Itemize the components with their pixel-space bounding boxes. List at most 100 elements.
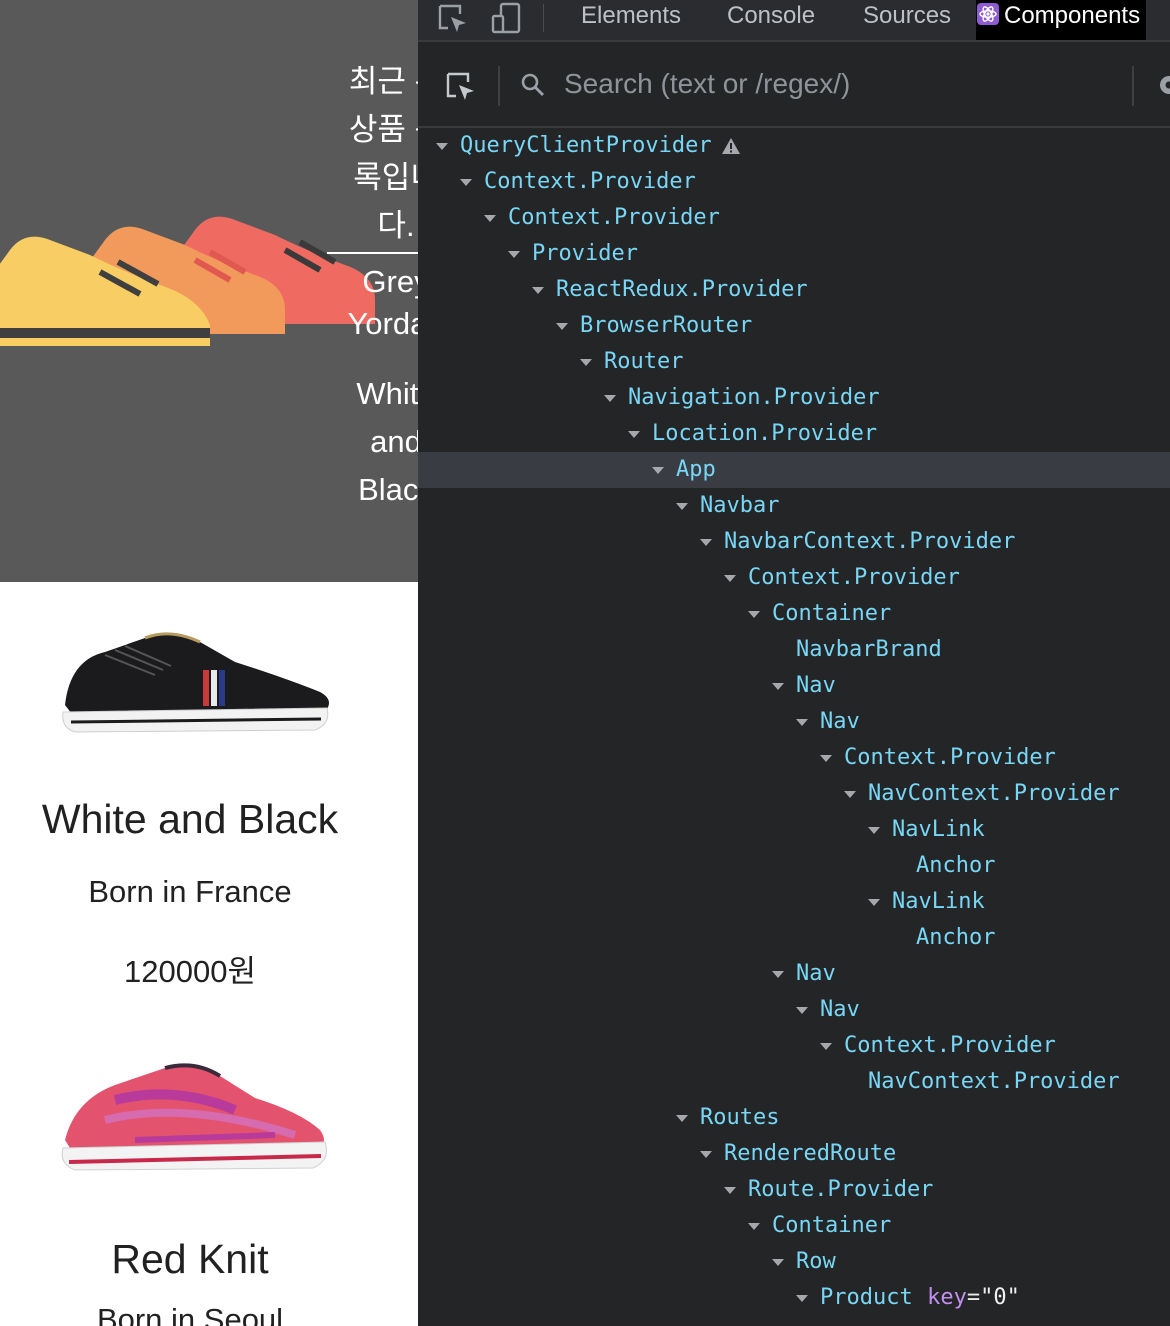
expand-arrow-icon[interactable] — [508, 251, 520, 258]
tree-node[interactable]: Route.Provider — [418, 1172, 1170, 1208]
recent-item-text[interactable]: and — [326, 418, 418, 466]
tree-node[interactable]: Anchor — [418, 848, 1170, 884]
recent-heading-line: 록입니 — [353, 160, 418, 195]
tree-node-label: Route.Provider — [748, 1177, 934, 1202]
expand-arrow-icon[interactable] — [700, 1151, 712, 1158]
expand-arrow-icon[interactable] — [820, 755, 832, 762]
product-image[interactable] — [35, 600, 345, 750]
expand-arrow-icon[interactable] — [868, 827, 880, 834]
expand-arrow-icon[interactable] — [676, 503, 688, 510]
expand-arrow-icon[interactable] — [700, 539, 712, 546]
expand-arrow-icon[interactable] — [556, 323, 568, 330]
tabbar-divider — [543, 4, 544, 32]
product-image[interactable] — [45, 1040, 335, 1190]
tab-sources[interactable]: Sources — [863, 0, 951, 40]
search-input[interactable] — [564, 62, 1124, 106]
expand-arrow-icon[interactable] — [748, 1223, 760, 1230]
expand-arrow-icon[interactable] — [580, 359, 592, 366]
product-card[interactable]: Red Knit Born in Seoul — [0, 1040, 380, 1326]
tab-elements[interactable]: Elements — [581, 0, 681, 40]
expand-arrow-icon[interactable] — [724, 1187, 736, 1194]
tree-node[interactable]: NavContext.Provider — [418, 776, 1170, 812]
tree-node[interactable]: Container — [418, 1208, 1170, 1244]
tree-node[interactable]: ReactRedux.Provider — [418, 272, 1170, 308]
tree-node[interactable]: Router — [418, 344, 1170, 380]
tree-node[interactable]: Nav — [418, 992, 1170, 1028]
tree-node[interactable]: Context.Provider — [418, 740, 1170, 776]
tree-node[interactable]: Context.Provider — [418, 1028, 1170, 1064]
product-name[interactable]: Red Knit — [0, 1234, 380, 1284]
recent-item-text[interactable]: White — [326, 370, 418, 418]
expand-arrow-icon[interactable] — [484, 215, 496, 222]
tree-node-label: Router — [604, 349, 684, 374]
tree-node-label: BrowserRouter — [580, 313, 753, 338]
recent-item-text[interactable]: Grey — [326, 258, 418, 306]
product-origin: Born in France — [88, 874, 292, 909]
tree-node[interactable]: NavContext.Provider — [418, 1064, 1170, 1100]
expand-arrow-icon[interactable] — [796, 1295, 808, 1302]
recent-item-text[interactable]: Black — [326, 466, 418, 514]
tree-node[interactable]: App — [418, 452, 1170, 488]
expand-arrow-icon[interactable] — [844, 791, 856, 798]
select-component-icon[interactable] — [444, 70, 478, 104]
device-toolbar-icon[interactable] — [490, 2, 524, 36]
web-page: 최근 본 상품 목 록입니 다. Grey Yordan White and B… — [0, 0, 418, 1326]
tree-node[interactable]: QueryClientProvider — [418, 128, 1170, 164]
recent-item-text[interactable]: Yordan — [326, 300, 418, 348]
expand-arrow-icon[interactable] — [604, 395, 616, 402]
expand-arrow-icon[interactable] — [796, 1007, 808, 1014]
tree-node-label: Anchor — [916, 925, 996, 950]
tree-node[interactable]: Navigation.Provider — [418, 380, 1170, 416]
tree-node-label: NavbarContext.Provider — [724, 529, 1016, 554]
settings-gear-icon[interactable] — [1156, 72, 1170, 98]
expand-arrow-icon[interactable] — [460, 179, 472, 186]
tree-node[interactable]: Nav — [418, 956, 1170, 992]
tree-node[interactable]: Navbar — [418, 488, 1170, 524]
tree-node[interactable]: Nav — [418, 668, 1170, 704]
expand-arrow-icon[interactable] — [748, 611, 760, 618]
expand-arrow-icon[interactable] — [772, 1259, 784, 1266]
tree-node-label: Nav — [820, 709, 860, 734]
tree-node[interactable]: NavbarBrand — [418, 632, 1170, 668]
tab-console[interactable]: Console — [727, 0, 815, 40]
tree-node-label: Container — [772, 601, 892, 626]
react-icon — [977, 3, 999, 25]
product-card[interactable]: White and Black Born in France 120000원 — [0, 600, 380, 992]
product-name[interactable]: White and Black — [0, 794, 380, 844]
tree-node[interactable]: NavbarContext.Provider — [418, 524, 1170, 560]
tree-node[interactable]: Routes — [418, 1100, 1170, 1136]
searchbar-divider — [1132, 66, 1134, 106]
tree-node[interactable]: BrowserRouter — [418, 308, 1170, 344]
tab-components[interactable]: Components — [976, 0, 1147, 40]
tree-node[interactable]: RenderedRoute — [418, 1136, 1170, 1172]
expand-arrow-icon[interactable] — [772, 971, 784, 978]
tree-node[interactable]: NavLink — [418, 884, 1170, 920]
expand-arrow-icon[interactable] — [532, 287, 544, 294]
tree-node-label: RenderedRoute — [724, 1141, 897, 1166]
expand-arrow-icon[interactable] — [436, 143, 448, 150]
tree-node[interactable]: NavLink — [418, 812, 1170, 848]
expand-arrow-icon[interactable] — [724, 575, 736, 582]
expand-arrow-icon[interactable] — [676, 1115, 688, 1122]
expand-arrow-icon[interactable] — [772, 683, 784, 690]
tree-node[interactable]: Container — [418, 596, 1170, 632]
inspect-element-icon[interactable] — [436, 2, 470, 36]
tree-node[interactable]: Context.Provider — [418, 200, 1170, 236]
tree-node-label: NavLink — [892, 817, 985, 842]
expand-arrow-icon[interactable] — [820, 1043, 832, 1050]
expand-arrow-icon[interactable] — [868, 899, 880, 906]
tree-node[interactable]: Nav — [418, 704, 1170, 740]
tree-node[interactable]: Row — [418, 1244, 1170, 1280]
expand-arrow-icon[interactable] — [796, 719, 808, 726]
tree-node[interactable]: Product key="0" — [418, 1280, 1170, 1316]
tab-components-label: Components — [1004, 2, 1141, 29]
tree-node-label: Context.Provider — [844, 745, 1056, 770]
expand-arrow-icon[interactable] — [628, 431, 640, 438]
tree-node[interactable]: Location.Provider — [418, 416, 1170, 452]
tree-node[interactable]: Context.Provider — [418, 164, 1170, 200]
tree-node[interactable]: Anchor — [418, 920, 1170, 956]
tree-node-label: QueryClientProvider — [460, 133, 712, 158]
expand-arrow-icon[interactable] — [652, 467, 664, 474]
tree-node[interactable]: Context.Provider — [418, 560, 1170, 596]
tree-node[interactable]: Provider — [418, 236, 1170, 272]
